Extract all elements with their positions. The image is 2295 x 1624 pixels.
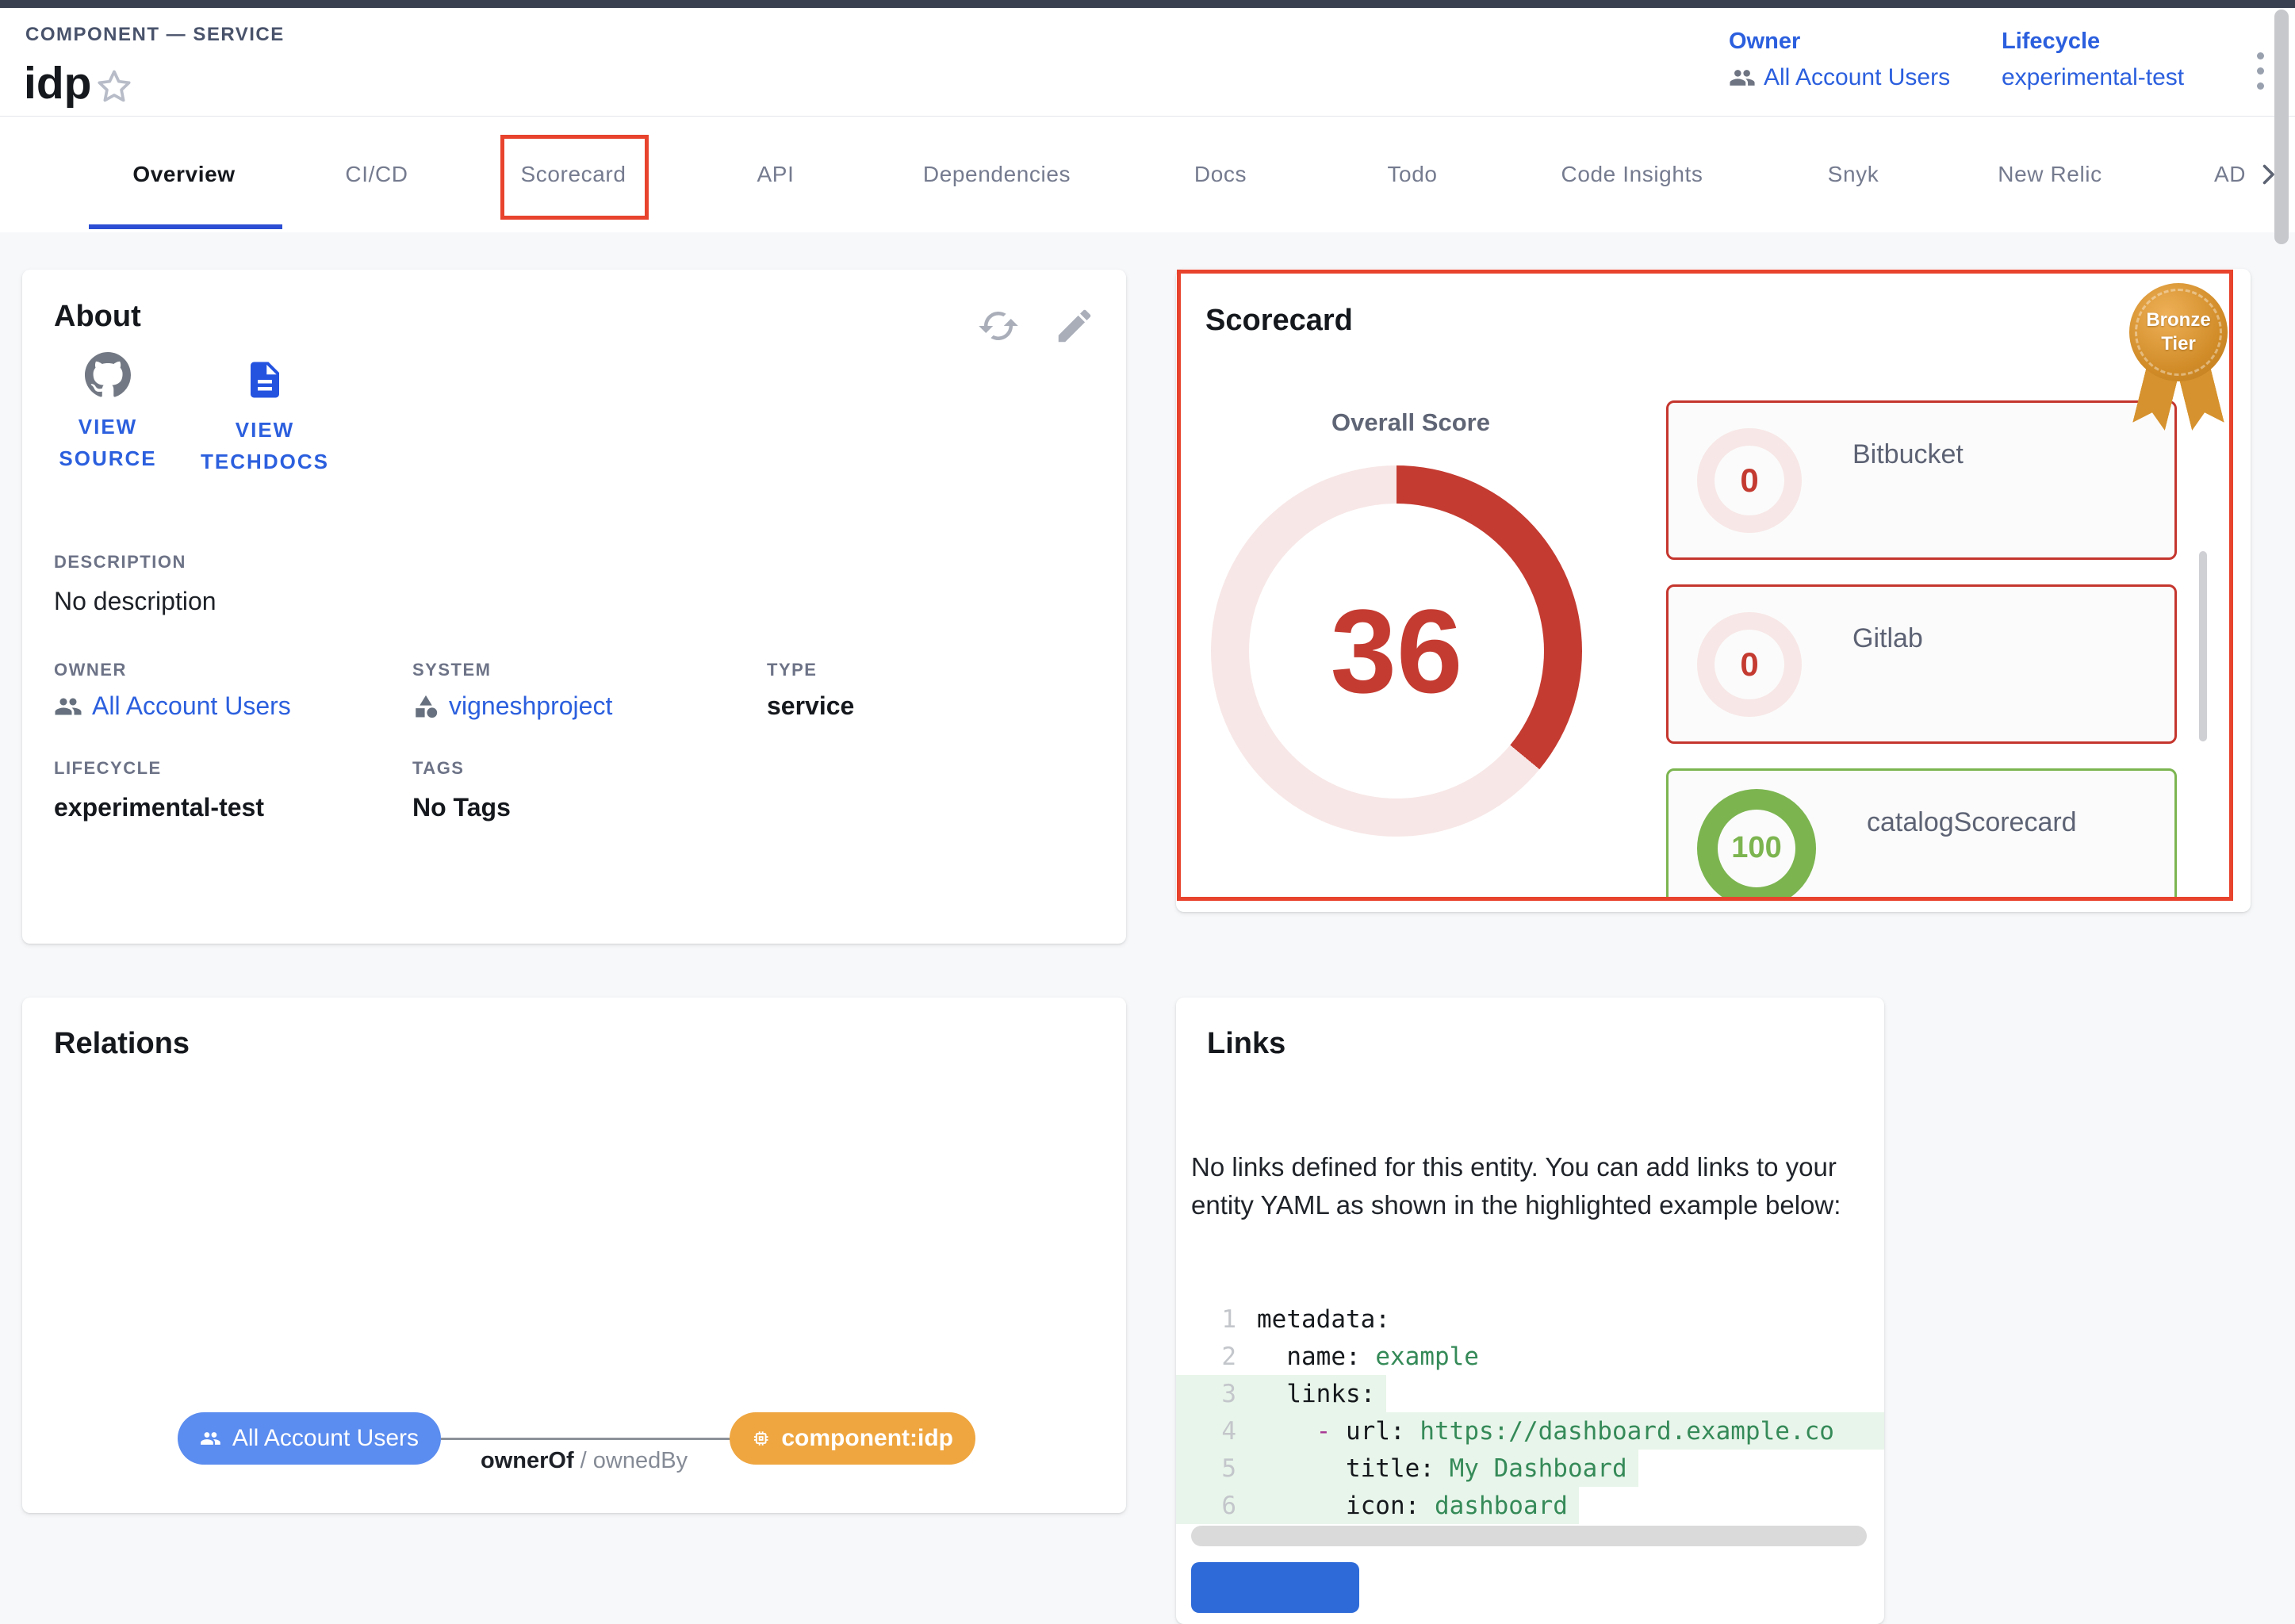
scorecard-card: Scorecard Bronze Tier Overall Score 36 0… <box>1176 269 2251 912</box>
relation-node-owner[interactable]: All Account Users <box>178 1412 441 1465</box>
view-source-link[interactable]: VIEW SOURCE <box>44 352 171 475</box>
header-lifecycle: Lifecycle experimental-test <box>2002 29 2184 91</box>
relation-node-component[interactable]: component:idp <box>730 1412 975 1465</box>
score-ring: 0 <box>1697 612 1802 717</box>
people-icon <box>54 692 82 721</box>
lifecycle-label: LIFECYCLE <box>54 758 162 779</box>
relation-edge-label: ownerOf / ownedBy <box>481 1448 688 1474</box>
code-line: 4 - url: https://dashboard.example.co <box>1176 1412 1884 1450</box>
about-card-title: About <box>54 300 141 334</box>
tab-new-relic[interactable]: New Relic <box>1998 117 2102 232</box>
code-line: 3 links: <box>1176 1375 1884 1412</box>
active-tab-indicator <box>89 224 282 229</box>
header-owner-value[interactable]: All Account Users <box>1729 64 1950 91</box>
system-icon <box>412 693 439 720</box>
header-lifecycle-value: experimental-test <box>2002 64 2184 91</box>
overall-score-label: Overall Score <box>1331 408 1490 437</box>
owner-value-link[interactable]: All Account Users <box>54 691 291 721</box>
score-ring: 100 <box>1697 789 1816 901</box>
tab-code-insights[interactable]: Code Insights <box>1561 117 1703 232</box>
tab-docs[interactable]: Docs <box>1194 117 1247 232</box>
lifecycle-value: experimental-test <box>54 793 264 822</box>
code-line: 2 name: example <box>1176 1338 1884 1375</box>
view-techdocs-link[interactable]: VIEW TECHDOCS <box>186 358 344 478</box>
entity-tabbar: OverviewCI/CDScorecardAPIDependenciesDoc… <box>0 117 2295 232</box>
tab-snyk[interactable]: Snyk <box>1828 117 1879 232</box>
refresh-icon[interactable] <box>977 304 1020 347</box>
links-card-title: Links <box>1207 1027 1285 1061</box>
tab-todo[interactable]: Todo <box>1387 117 1437 232</box>
header-owner: Owner All Account Users <box>1729 29 1950 91</box>
techdocs-icon <box>243 358 286 401</box>
relation-edge-line <box>441 1438 731 1440</box>
relations-card-title: Relations <box>54 1027 190 1061</box>
view-techdocs-label: VIEW TECHDOCS <box>186 414 344 478</box>
yaml-example-codeblock: 1metadata:2 name: example3 links:4 - url… <box>1176 1300 1884 1524</box>
score-item-label: Gitlab <box>1852 623 1923 654</box>
tags-value: No Tags <box>412 793 511 822</box>
code-line: 6 icon: dashboard <box>1176 1487 1884 1524</box>
links-empty-message: No links defined for this entity. You ca… <box>1191 1148 1873 1224</box>
favorite-star-icon[interactable] <box>92 65 136 109</box>
overall-score-gauge: 36 <box>1211 465 1582 837</box>
bronze-tier-badge: Bronze Tier <box>2129 283 2228 413</box>
score-item-bitbucket[interactable]: 0 Bitbucket <box>1666 400 2177 560</box>
about-card: About VIEW SOURCE VIEW TECHDOCS DESCRIPT… <box>22 270 1126 944</box>
score-item-gitlab[interactable]: 0 Gitlab <box>1666 584 2177 744</box>
top-window-bar <box>0 0 2295 8</box>
description-value: No description <box>54 587 216 616</box>
more-options-kebab-icon[interactable] <box>2244 52 2276 116</box>
tab-ci-cd[interactable]: CI/CD <box>345 117 408 232</box>
relation-node-owner-label: All Account Users <box>232 1425 419 1452</box>
page-scrollbar-thumb[interactable] <box>2274 10 2289 244</box>
system-label: SYSTEM <box>412 660 491 680</box>
tab-ad[interactable]: AD <box>2214 117 2259 232</box>
tab-api[interactable]: API <box>757 117 795 232</box>
scorecard-tab-annotation-box <box>500 135 649 220</box>
header-owner-label: Owner <box>1729 29 1950 55</box>
page-title: idp <box>24 57 91 109</box>
code-line: 1metadata: <box>1176 1300 1884 1338</box>
edit-pencil-icon[interactable] <box>1053 304 1096 347</box>
score-item-catalogscorecard[interactable]: 100 catalogScorecard <box>1666 768 2177 900</box>
system-value-link[interactable]: vigneshproject <box>412 691 612 721</box>
type-label: TYPE <box>767 660 817 680</box>
tab-overview[interactable]: Overview <box>132 117 235 232</box>
overall-score-value: 36 <box>1211 465 1582 837</box>
scorecard-list-scrollbar[interactable] <box>2199 551 2207 741</box>
code-horizontal-scrollbar[interactable] <box>1191 1526 1867 1546</box>
github-icon <box>85 352 131 398</box>
bronze-medal-icon: Bronze Tier <box>2129 283 2228 381</box>
people-icon <box>1729 64 1756 91</box>
tags-label: TAGS <box>412 758 464 779</box>
type-value: service <box>767 691 854 721</box>
scorecard-items-list: 0 Bitbucket 0 Gitlab 100 catalogScorecard <box>1666 400 2177 900</box>
header-lifecycle-label: Lifecycle <box>2002 29 2184 55</box>
scorecard-card-title: Scorecard <box>1205 304 1353 338</box>
score-item-label: catalogScorecard <box>1867 807 2077 838</box>
relations-card: Relations All Account Users component:id… <box>22 998 1126 1513</box>
tab-dependencies[interactable]: Dependencies <box>923 117 1071 232</box>
links-action-button[interactable] <box>1191 1562 1359 1613</box>
relation-node-component-label: component:idp <box>781 1425 953 1452</box>
chip-icon <box>752 1425 770 1452</box>
people-icon <box>200 1423 221 1454</box>
entity-header: COMPONENT — SERVICE idp Owner All Accoun… <box>0 8 2295 116</box>
score-ring: 0 <box>1697 428 1802 533</box>
code-line: 5 title: My Dashboard <box>1176 1450 1884 1487</box>
score-item-label: Bitbucket <box>1852 439 1964 470</box>
owner-label: OWNER <box>54 660 127 680</box>
description-label: DESCRIPTION <box>54 552 186 573</box>
view-source-label: VIEW SOURCE <box>44 411 171 475</box>
links-card: Links No links defined for this entity. … <box>1176 998 1884 1624</box>
breadcrumb: COMPONENT — SERVICE <box>25 24 285 46</box>
